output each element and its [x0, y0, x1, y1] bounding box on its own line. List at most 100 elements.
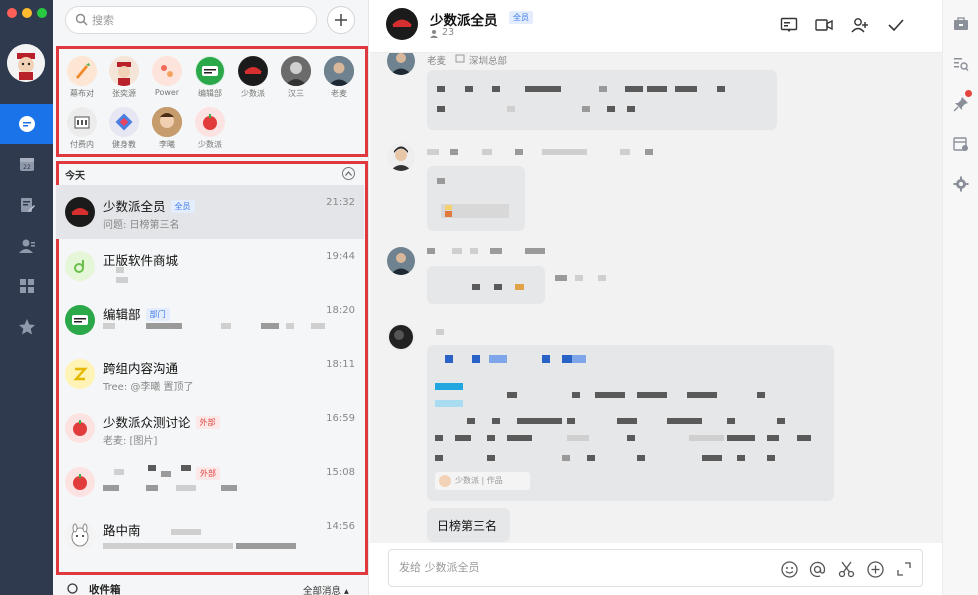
pinned-contact[interactable]: 少数派 [233, 56, 273, 99]
conversation-tag: 外部 [196, 467, 220, 480]
pinned-contact[interactable]: 付费内 [62, 107, 102, 150]
search-history-button[interactable] [951, 54, 971, 74]
blurred-preview [116, 267, 124, 273]
user-avatar[interactable] [7, 44, 45, 82]
conversation-title: 路中南 [103, 523, 141, 538]
create-button[interactable] [327, 6, 355, 34]
blurred-preview [146, 323, 182, 329]
pinned-messages-button[interactable] [951, 90, 972, 114]
pinned-contact[interactable]: 老麦 [319, 56, 359, 99]
message-text: 日榜第三名 [437, 519, 498, 533]
calendar-settings-icon [953, 137, 968, 151]
blurred-preview [176, 485, 196, 491]
conversation-item[interactable]: 少数派众测讨论 外部 老麦: [图片] 16:59 [56, 401, 364, 455]
chat-panel: 少数派全员 全员 23 老麦 深圳总部 少数派 | 作品 日榜第三名 发给 少数… [370, 0, 942, 595]
conversation-time: 14:56 [326, 521, 355, 532]
pinned-contact[interactable]: 张奕源 [104, 56, 144, 99]
conversation-time: 15:08 [326, 467, 355, 478]
emoji-button[interactable] [779, 559, 799, 579]
announcement-icon [780, 17, 798, 32]
add-member-button[interactable] [849, 14, 871, 36]
star-icon [18, 319, 35, 335]
pinned-contact[interactable]: Power [147, 56, 187, 97]
pinned-contact[interactable]: 少数派 [190, 107, 230, 150]
nav-favorites-button[interactable] [0, 307, 53, 347]
inbox-bar[interactable]: 收件箱 全部消息 ▴ [53, 578, 369, 595]
search-list-icon [954, 58, 969, 71]
blurred-preview [116, 277, 128, 283]
conversation-tag: 外部 [195, 416, 220, 429]
contacts-icon [18, 239, 35, 253]
conversation-item[interactable]: 跨组内容沟通 Tree: @李曦 置顶了 18:11 [56, 347, 364, 401]
group-calendar-button[interactable] [951, 134, 971, 154]
message-bubble[interactable]: 日榜第三名 [427, 508, 510, 542]
sender-avatar[interactable] [387, 323, 415, 351]
conversation-item[interactable]: 编辑部 部门 18:20 [56, 293, 364, 347]
add-person-icon [851, 18, 868, 33]
left-nav-rail: 22 [0, 0, 53, 595]
video-call-button[interactable] [813, 14, 835, 36]
checkmark-icon [888, 19, 904, 31]
briefcase-icon [954, 17, 968, 30]
zoom-window-button[interactable] [37, 8, 47, 18]
mark-done-button[interactable] [885, 14, 907, 36]
message-bubble[interactable] [427, 266, 545, 304]
today-section-label: 今天 [65, 171, 85, 182]
pinned-contact[interactable]: 幕布对 [62, 56, 102, 99]
message-bubble[interactable]: 少数派 | 作品 [427, 345, 834, 501]
collapse-section-button[interactable] [342, 167, 355, 180]
pinned-contact[interactable]: 健身教 [104, 107, 144, 150]
nav-docs-button[interactable] [0, 185, 53, 225]
conversation-title: 正版软件商城 [103, 253, 179, 268]
close-window-button[interactable] [7, 8, 17, 18]
emoji-icon [780, 560, 798, 578]
nav-messages-button[interactable] [0, 104, 53, 144]
mention-button[interactable] [807, 559, 827, 579]
pinned-contact[interactable]: 李曦 [147, 107, 187, 150]
blurred-preview [103, 323, 115, 329]
blurred-title [114, 469, 124, 475]
settings-button[interactable] [951, 174, 971, 194]
nav-contacts-button[interactable] [0, 226, 53, 266]
nav-workspace-button[interactable] [0, 266, 53, 306]
message-composer[interactable] [388, 549, 923, 587]
quoted-card[interactable]: 少数派 | 作品 [435, 472, 530, 490]
search-input[interactable] [92, 11, 302, 29]
sender-avatar[interactable] [387, 247, 415, 275]
more-actions-button[interactable] [865, 559, 885, 579]
group-avatar [65, 305, 95, 335]
message-filter-dropdown[interactable]: 全部消息 ▴ [303, 583, 349, 595]
search-box[interactable] [65, 6, 317, 34]
conversation-item[interactable]: 外部 15:08 [56, 455, 364, 509]
chat-header: 少数派全员 全员 23 [370, 0, 942, 53]
plus-circle-icon [866, 560, 884, 578]
search-icon [75, 13, 88, 29]
conversation-item[interactable]: 正版软件商城 19:44 [56, 239, 364, 293]
message-bubble[interactable] [427, 70, 777, 130]
blurred-title [161, 471, 171, 477]
message-list: 老麦 深圳总部 少数派 | 作品 日榜第三名 [370, 53, 942, 543]
group-avatar [65, 359, 95, 389]
announcement-button[interactable] [778, 14, 800, 36]
chat-bubble-icon [18, 116, 35, 132]
blurred-preview [286, 323, 294, 329]
at-sign-icon [809, 561, 825, 577]
pinned-contact[interactable]: 汉三 [276, 56, 316, 99]
conversation-time: 18:11 [326, 359, 355, 370]
sender-avatar[interactable] [387, 53, 415, 75]
sender-avatar[interactable] [387, 143, 415, 171]
screenshot-button[interactable] [836, 559, 856, 579]
sender-name: 老麦 [427, 56, 447, 67]
nav-calendar-button[interactable]: 22 [0, 144, 53, 184]
pinned-contact[interactable]: 编辑部 [190, 56, 230, 99]
conversation-item[interactable]: 路中南 14:56 [56, 509, 364, 563]
chat-group-avatar[interactable] [386, 8, 418, 40]
conversation-preview: Tree: @李曦 置顶了 [103, 382, 194, 393]
expand-composer-button[interactable] [894, 559, 914, 579]
message-input[interactable] [399, 561, 729, 574]
minimize-window-button[interactable] [22, 8, 32, 18]
message-bubble[interactable] [427, 166, 525, 231]
group-info-button[interactable] [951, 14, 971, 34]
conversation-time: 18:20 [326, 305, 355, 316]
conversation-item[interactable]: 少数派全员 全员 问题: 日榜第三名 21:32 [56, 185, 364, 239]
